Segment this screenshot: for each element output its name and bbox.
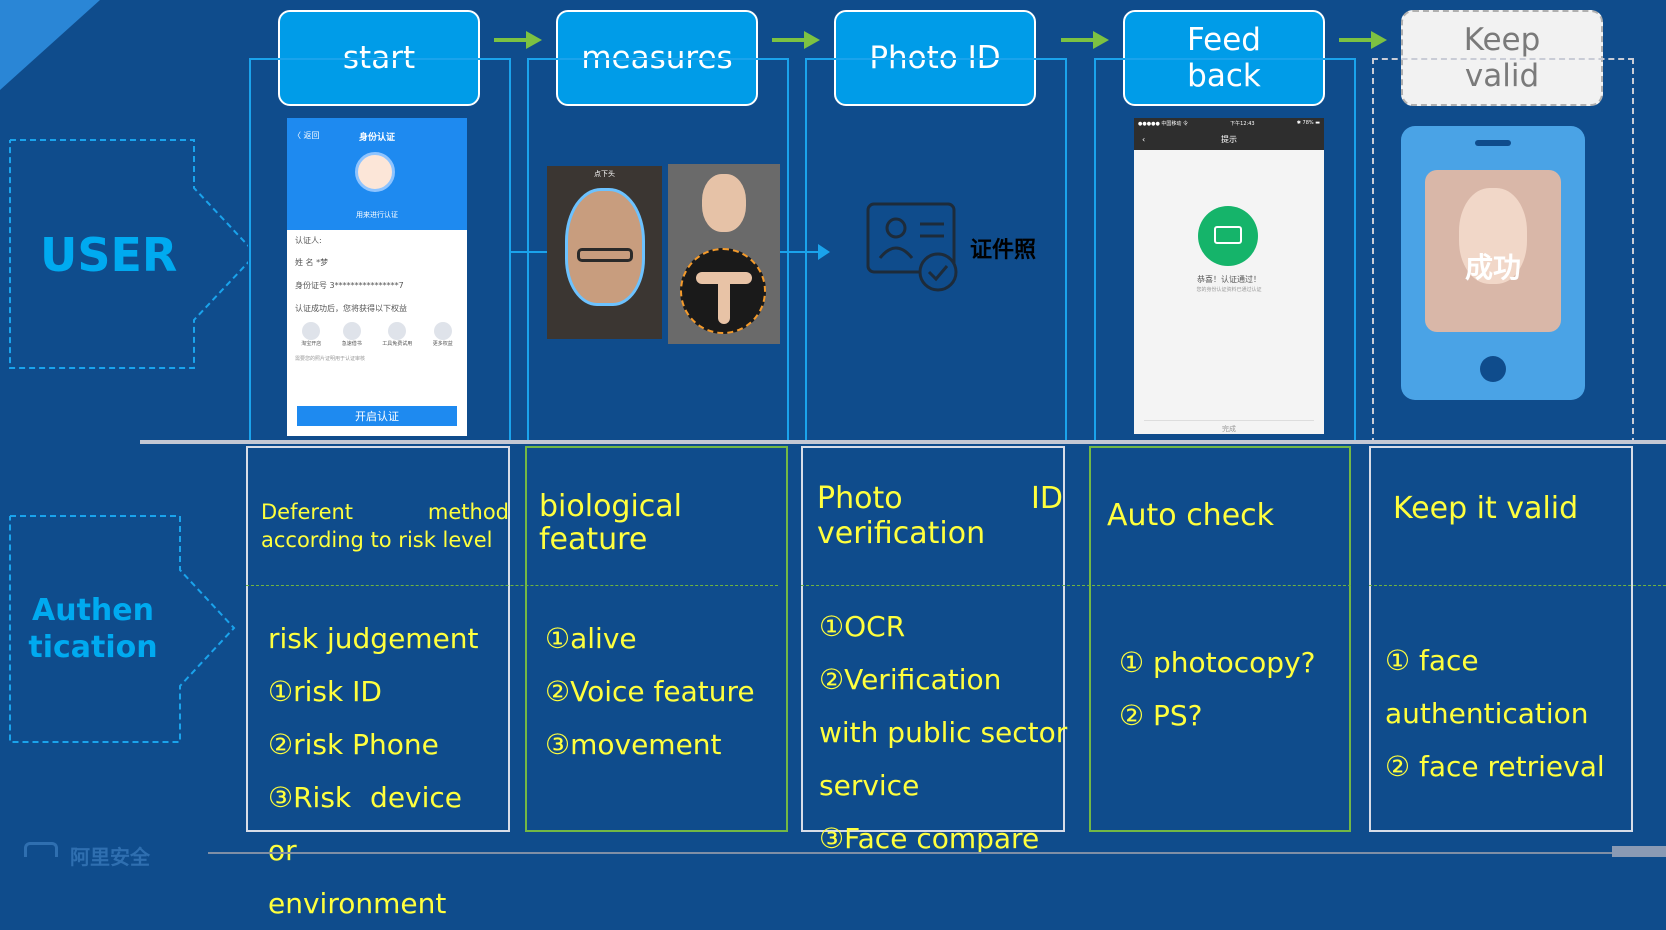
col1-header: Deferent method according to risk level	[261, 500, 509, 552]
benefit-icon-3: 工具免费试用	[382, 322, 412, 347]
phone2-nav: ‹ 提示	[1134, 128, 1324, 150]
col3-line-2: ②Verification	[819, 663, 1002, 696]
separator-1	[246, 585, 778, 586]
phone1-icon-row: 淘宝开店 急速借书 工具免费试用 更多权益	[287, 320, 467, 349]
arrow-measures-photo	[772, 31, 820, 49]
col1-line-1: risk judgement	[268, 622, 479, 655]
start-auth-button: 开启认证	[297, 406, 457, 426]
phone1-name-row: 姓 名 *梦	[295, 258, 329, 267]
phone2-status: ●●●●● 中国移动 令	[1138, 120, 1188, 127]
step-feedback-label-line1: Feed	[1187, 22, 1261, 58]
phone-screenshot-start: 〈 返回 身份认证 用来进行认证 认证人: 姓 名 *梦 身份证号 3*****…	[287, 118, 467, 436]
phone2-congrats: 恭喜！认证通过！	[1197, 275, 1261, 284]
home-button-icon	[1480, 356, 1506, 382]
col3-list: ①OCR ②Verification with public sector se…	[819, 600, 1069, 865]
col4-header: Auto check	[1107, 498, 1275, 533]
face-photo-female	[668, 164, 780, 344]
benefit-icon-2: 急速借书	[342, 322, 362, 347]
id-badge-icon	[1214, 226, 1242, 244]
col1-line-3: ②risk Phone	[268, 728, 439, 761]
col5-header: Keep it valid	[1393, 491, 1579, 526]
shield-logo-icon	[24, 842, 58, 857]
face-caption: 点下头	[594, 170, 615, 178]
arrow-start-measures	[494, 31, 542, 49]
female-face-icon	[702, 174, 746, 232]
id-card-icon	[866, 202, 962, 294]
col1-line-4: ③Risk device or	[268, 781, 463, 867]
success-label: 成功	[1464, 251, 1521, 284]
col2-line-2: ②Voice feature	[545, 675, 755, 708]
phone1-benefit-text: 认证成功后，您将获得以下权益	[295, 304, 407, 313]
phone1-header: 〈 返回 身份认证 用来进行认证	[287, 118, 467, 230]
col5-line-3: ② face retrieval	[1385, 750, 1605, 783]
phone2-done: 完成	[1144, 420, 1314, 434]
phone1-note: 需要您的照片证明用于认证审核	[295, 356, 366, 362]
footer-logo-text: 阿里安全	[70, 845, 150, 869]
col2-line-3: ③movement	[545, 728, 722, 761]
hand-vertical-icon	[718, 276, 730, 324]
auth-row-label-line1: Authen	[32, 593, 154, 628]
phone1-auth-person: 认证人:	[295, 236, 322, 245]
phone1-id-row: 身份证号 3****************7	[295, 281, 404, 290]
step-keep-valid-label-line1: Keep	[1463, 22, 1541, 58]
arrow-feedback-keep	[1339, 31, 1387, 49]
col1-line-2: ①risk ID	[268, 675, 382, 708]
avatar	[355, 152, 395, 192]
separator-2	[801, 585, 1351, 586]
face-outline-icon	[565, 188, 645, 306]
id-card-label: 证件照	[970, 238, 1037, 263]
pointer-arrow-right-head	[818, 244, 830, 260]
col2-line-1: ①alive	[545, 622, 637, 655]
col4-line-2: ② PS?	[1119, 699, 1203, 732]
row-divider	[140, 440, 1666, 444]
benefit-icon-1: 淘宝开店	[301, 322, 321, 347]
separator-3	[1369, 585, 1666, 586]
phone1-name-caption: 用来进行认证	[356, 211, 398, 219]
user-row-label: USER	[40, 228, 178, 282]
page-corner-tab	[1612, 846, 1666, 857]
col4-line-1: ① photocopy?	[1119, 646, 1316, 679]
col3-line-3: with public sector	[819, 716, 1068, 749]
col2-list: ①alive ②Voice feature ③movement	[545, 612, 785, 771]
col3-line-5: ③Face compare	[819, 822, 1040, 855]
phone2-time: 下午12:43	[1230, 120, 1255, 127]
auth-row-label-line2: tication	[28, 630, 158, 665]
col4-list: ① photocopy? ② PS?	[1119, 636, 1349, 742]
benefit-icon-2-label: 急速借书	[341, 341, 362, 347]
face-photo-male: 点下头	[547, 166, 662, 339]
benefit-icon-3-label: 工具免费试用	[382, 341, 413, 347]
phone1-title: 身份认证	[358, 133, 395, 143]
phone-screenshot-feedback: ●●●●● 中国移动 令 下午12:43 ✱ 78% ▬ ‹ 提示 恭喜！认证通…	[1134, 118, 1324, 434]
arrow-photo-feedback	[1061, 31, 1109, 49]
benefit-icon-4: 更多权益	[433, 322, 453, 347]
benefit-icon-1-label: 淘宝开店	[301, 341, 322, 347]
col5-line-2: authentication	[1385, 697, 1589, 730]
footer-line	[208, 852, 1618, 854]
speaker-icon	[1475, 140, 1511, 146]
col3-line-4: service	[819, 769, 920, 802]
auth-row-label: Authen tication	[28, 592, 158, 666]
glasses-icon	[577, 248, 633, 262]
phone2-status-bar: ●●●●● 中国移动 令 下午12:43 ✱ 78% ▬	[1134, 118, 1324, 128]
col5-line-1: ① face	[1385, 644, 1479, 677]
phone2-battery: ✱ 78% ▬	[1296, 120, 1320, 126]
phone2-sub: 您的身份认证资料已通过认证	[1196, 287, 1262, 293]
benefit-icon-4-label: 更多权益	[432, 341, 453, 347]
id-card-svg	[866, 202, 958, 292]
col2-header: biological feature	[539, 489, 683, 557]
col5-list: ① face authentication ② face retrieval	[1385, 634, 1635, 793]
pointer-arrow-left	[511, 251, 547, 253]
corner-decoration	[0, 0, 100, 90]
col1-list: risk judgement ①risk ID ②risk Phone ③Ris…	[268, 612, 508, 930]
back-chevron-icon: ‹	[1142, 134, 1146, 144]
phone2-title: 提示	[1221, 134, 1237, 144]
col3-header: Photo ID verification	[817, 481, 1063, 551]
col1-line-5: environment	[268, 887, 447, 920]
mobile-device-icon: 成功	[1401, 126, 1585, 400]
pointer-arrow-right	[780, 251, 820, 253]
col3-line-1: ①OCR	[819, 610, 906, 643]
